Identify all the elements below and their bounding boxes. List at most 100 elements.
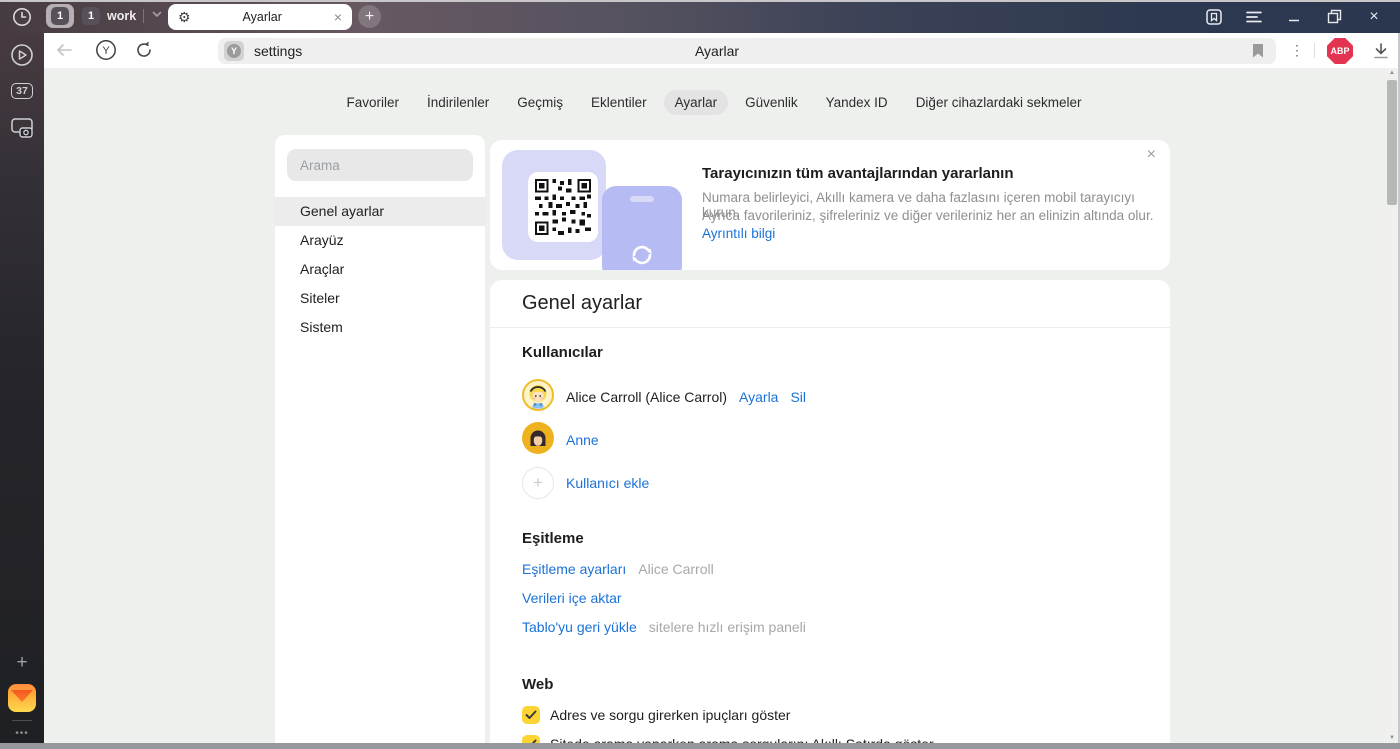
- tab-indirilenler[interactable]: İndirilenler: [416, 90, 500, 115]
- users-section-title: Kullanıcılar: [522, 344, 603, 361]
- tab-diger-cihazlar[interactable]: Diğer cihazlardaki sekmeler: [905, 90, 1093, 115]
- yandex-home-icon[interactable]: Y: [94, 38, 118, 62]
- plus-icon[interactable]: +: [522, 467, 554, 499]
- settings-tabs: Favoriler İndirilenler Geçmiş Eklentiler…: [44, 90, 1384, 115]
- sidebar-item-siteler[interactable]: Siteler: [275, 284, 485, 313]
- divider: [1314, 43, 1315, 58]
- phone-illustration: [602, 186, 682, 270]
- svg-text:Y: Y: [102, 45, 110, 57]
- tab-yandex-id[interactable]: Yandex ID: [815, 90, 899, 115]
- url-bar[interactable]: Y settings Ayarlar: [218, 38, 1276, 64]
- sync-settings-row: Eşitleme ayarları Alice Carroll: [522, 561, 714, 577]
- sync-icon: [629, 242, 655, 270]
- banner-title: Tarayıcınızın tüm avantajlarından yararl…: [702, 165, 1014, 182]
- tab-favoriler[interactable]: Favoriler: [335, 90, 410, 115]
- history-icon[interactable]: [10, 5, 34, 29]
- general-settings-card: Genel ayarlar Kullanıcılar: [490, 280, 1170, 743]
- window-bottom-border: [0, 743, 1400, 749]
- sync-section-title: Eşitleme: [522, 530, 584, 547]
- tab-guvenlik[interactable]: Güvenlik: [734, 90, 809, 115]
- side-panel-icon[interactable]: [1194, 0, 1234, 33]
- user-link[interactable]: Anne: [566, 432, 599, 448]
- divider: [490, 327, 1170, 328]
- user-row-alice: Alice Carroll (Alice Carrol) Ayarla Sil: [522, 381, 806, 413]
- scroll-up-icon[interactable]: ▲: [1386, 70, 1398, 76]
- search-input[interactable]: [287, 149, 473, 181]
- tab-ayarlar[interactable]: ⚙ Ayarlar ×: [168, 4, 352, 30]
- checkbox-checked[interactable]: [522, 706, 540, 724]
- tab-gecmis[interactable]: Geçmiş: [506, 90, 574, 115]
- sidebar-item-arayuz[interactable]: Arayüz: [275, 226, 485, 255]
- checkbox-checked[interactable]: [522, 735, 540, 743]
- add-panel-icon[interactable]: +: [0, 649, 44, 677]
- downloads-icon[interactable]: [1370, 40, 1392, 62]
- tabs-count-icon[interactable]: 37: [0, 77, 44, 105]
- back-icon[interactable]: [52, 38, 76, 62]
- tab-close-icon[interactable]: ×: [334, 10, 342, 24]
- restore-icon[interactable]: [1314, 0, 1354, 33]
- add-user-row: + Kullanıcı ekle: [522, 467, 649, 499]
- checkbox-row: Adres ve sorgu girerken ipuçları göster: [522, 706, 790, 724]
- divider: [143, 9, 144, 23]
- chevron-down-icon[interactable]: [151, 7, 163, 25]
- restore-tableau-link[interactable]: Tablo'yu geri yükle: [522, 619, 637, 635]
- tab-ayarlar[interactable]: Ayarlar: [664, 90, 729, 115]
- banner-text: Ayrıca favorileriniz, şifreleriniz ve di…: [702, 208, 1153, 223]
- sidebar-item-sistem[interactable]: Sistem: [275, 313, 485, 342]
- sidebar-item-araclar[interactable]: Araçlar: [275, 255, 485, 284]
- minimize-icon[interactable]: [1274, 0, 1314, 33]
- new-tab-button[interactable]: +: [358, 5, 381, 28]
- avatar[interactable]: [522, 422, 554, 459]
- tableau-note: sitelere hızlı erişim paneli: [649, 619, 806, 635]
- scroll-down-icon[interactable]: ▼: [1386, 735, 1398, 741]
- tab-group-badge: 1: [82, 7, 100, 25]
- settings-page: Favoriler İndirilenler Geçmiş Eklentiler…: [44, 68, 1398, 743]
- tab-group-current[interactable]: 1: [46, 4, 74, 28]
- import-data-row: Verileri içe aktar: [522, 590, 622, 606]
- section-heading: Genel ayarlar: [522, 292, 642, 315]
- tab-group-label: work: [107, 9, 136, 23]
- player-icon[interactable]: [0, 41, 44, 69]
- tab-group-work[interactable]: 1 work: [82, 4, 163, 28]
- browser-window: 1 1 work ⚙ Ayarlar × + ×: [0, 0, 1400, 749]
- scrollbar-thumb[interactable]: [1387, 80, 1397, 205]
- restore-tableau-row: Tablo'yu geri yükle sitelere hızlı erişi…: [522, 619, 806, 635]
- window-controls: ×: [1194, 0, 1394, 33]
- bookmark-icon[interactable]: [1252, 44, 1264, 63]
- refresh-icon[interactable]: [132, 38, 156, 62]
- menu-icon[interactable]: [1234, 0, 1274, 33]
- banner-details-link[interactable]: Ayrıntılı bilgi: [702, 226, 775, 241]
- screen-capture-icon[interactable]: [0, 114, 44, 142]
- page-scrollbar[interactable]: ▲ ▼: [1386, 68, 1398, 743]
- adblock-plus-icon[interactable]: ABP: [1327, 38, 1353, 64]
- tab-title: Ayarlar: [191, 10, 334, 24]
- user-row-anne: Anne: [522, 424, 599, 456]
- checkbox-label: Adres ve sorgu girerken ipuçları göster: [550, 707, 790, 723]
- kebab-menu-icon[interactable]: ⋮: [1290, 41, 1304, 59]
- user-delete-link[interactable]: Sil: [790, 389, 806, 405]
- banner-close-icon[interactable]: ×: [1147, 146, 1156, 164]
- mobile-promo-banner: × Tarayıcınızın tüm avantajlarından yara…: [490, 140, 1170, 270]
- import-data-link[interactable]: Verileri içe aktar: [522, 590, 622, 606]
- checkbox-row: Sitede arama yaparken arama sorgularını …: [522, 735, 934, 743]
- checkbox-label: Sitede arama yaparken arama sorgularını …: [550, 736, 934, 743]
- sync-account-note: Alice Carroll: [638, 561, 713, 577]
- side-rail: 37 + •••: [0, 33, 44, 743]
- gear-icon: ⚙: [178, 10, 191, 24]
- yandex-mail-icon[interactable]: [0, 684, 44, 712]
- avatar[interactable]: [522, 379, 554, 416]
- close-icon[interactable]: ×: [1354, 0, 1394, 33]
- qr-code: [528, 172, 598, 242]
- page-title: Ayarlar: [218, 38, 1216, 64]
- browser-toolbar: Y Y settings Ayarlar ⋮ ABP: [44, 33, 1400, 68]
- tab-eklentiler[interactable]: Eklentiler: [580, 90, 658, 115]
- qr-illustration: [502, 150, 606, 260]
- user-name: Alice Carroll (Alice Carrol): [566, 389, 727, 405]
- window-top-border: [0, 0, 1400, 2]
- sync-settings-link[interactable]: Eşitleme ayarları: [522, 561, 626, 577]
- add-user-link[interactable]: Kullanıcı ekle: [566, 475, 649, 491]
- settings-sidebar: Genel ayarlar Arayüz Araçlar Siteler Sis…: [275, 135, 485, 743]
- sidebar-item-genel-ayarlar[interactable]: Genel ayarlar: [275, 197, 485, 226]
- tab-group-badge: 1: [51, 7, 69, 25]
- user-configure-link[interactable]: Ayarla: [739, 389, 778, 405]
